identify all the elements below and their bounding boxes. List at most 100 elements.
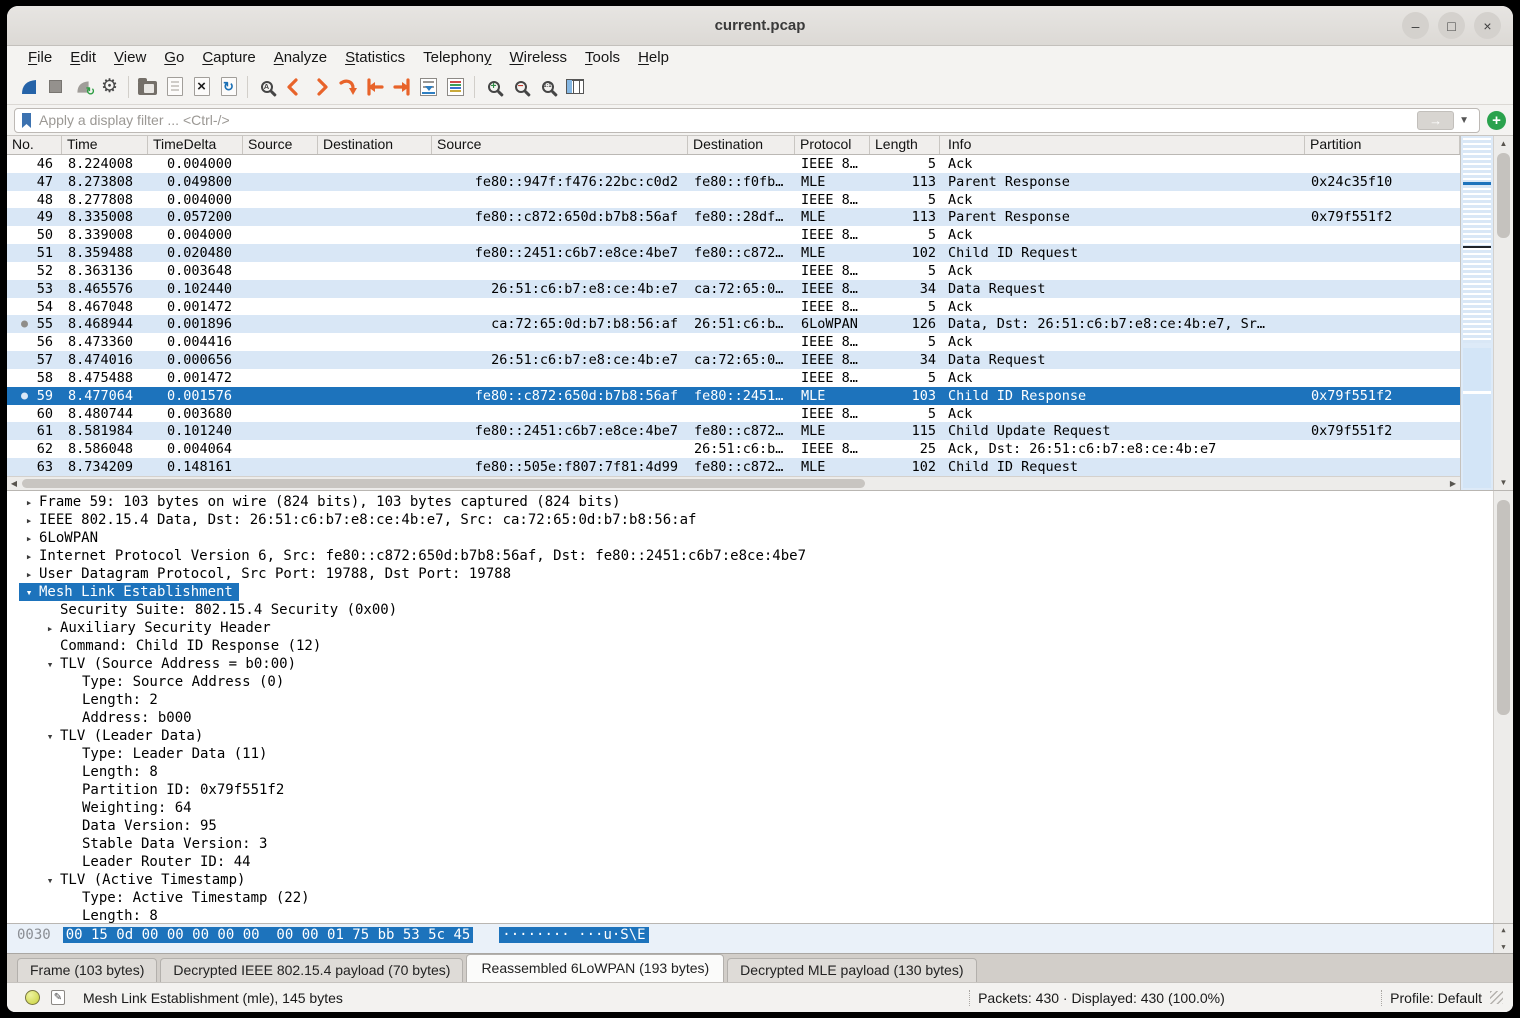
detail-line[interactable]: ▾Mesh Link Establishment: [7, 583, 1493, 601]
go-to-packet-button[interactable]: [334, 73, 361, 100]
collapsed-arrow-icon[interactable]: ▸: [19, 496, 39, 509]
packet-row-49[interactable]: 498.3350080.057200fe80::c872:650d:b7b8:5…: [7, 208, 1460, 226]
bookmark-icon[interactable]: [20, 112, 33, 129]
menu-file[interactable]: File: [19, 49, 61, 66]
titlebar[interactable]: current.pcap – □ ×: [7, 6, 1513, 46]
expanded-arrow-icon[interactable]: ▾: [40, 874, 60, 887]
scroll-down-icon[interactable]: ▼: [1494, 478, 1513, 487]
bytes-vscrollbar[interactable]: ▲ ▼: [1493, 924, 1513, 953]
column-header-destination[interactable]: Destination: [688, 136, 795, 154]
stop-capture-button[interactable]: [42, 73, 69, 100]
packet-row-63[interactable]: 638.7342090.148161fe80::505e:f807:7f81:4…: [7, 458, 1460, 476]
column-header-protocol[interactable]: Protocol: [795, 136, 870, 154]
zoom-in-button[interactable]: +: [480, 73, 507, 100]
auto-scroll-button[interactable]: [415, 73, 442, 100]
save-file-button[interactable]: [161, 73, 188, 100]
menu-analyze[interactable]: Analyze: [265, 49, 336, 66]
find-packet-button[interactable]: A: [253, 73, 280, 100]
collapsed-arrow-icon[interactable]: ▸: [19, 568, 39, 581]
packet-row-59[interactable]: 598.4770640.001576fe80::c872:650d:b7b8:5…: [7, 387, 1460, 405]
open-file-button[interactable]: [134, 73, 161, 100]
packet-row-50[interactable]: 508.3390080.004000IEEE 8…5Ack: [7, 226, 1460, 244]
menu-help[interactable]: Help: [629, 49, 678, 66]
detail-line[interactable]: Command: Child ID Response (12): [7, 637, 1493, 655]
detail-line[interactable]: Length: 8: [7, 907, 1493, 923]
column-header-info[interactable]: Info: [940, 136, 1305, 154]
start-capture-button[interactable]: [15, 73, 42, 100]
bytes-tab[interactable]: Frame (103 bytes): [17, 958, 157, 982]
detail-line[interactable]: Stable Data Version: 3: [7, 835, 1493, 853]
hex-ascii-selected[interactable]: ········ ···u·S\E: [499, 927, 648, 943]
display-filter-field[interactable]: → ▼: [14, 108, 1480, 133]
column-header-source[interactable]: Source: [432, 136, 688, 154]
packet-list-vscrollbar[interactable]: ▲ ▼: [1493, 136, 1513, 490]
column-header-time[interactable]: Time: [62, 136, 148, 154]
detail-line[interactable]: ▸6LoWPAN: [7, 529, 1493, 547]
detail-line[interactable]: ▾TLV (Active Timestamp): [7, 871, 1493, 889]
packet-row-60[interactable]: 608.4807440.003680IEEE 8…5Ack: [7, 405, 1460, 423]
packet-row-52[interactable]: 528.3631360.003648IEEE 8…5Ack: [7, 262, 1460, 280]
collapsed-arrow-icon[interactable]: ▸: [19, 550, 39, 563]
column-header-source[interactable]: Source: [243, 136, 318, 154]
detail-line[interactable]: Security Suite: 802.15.4 Security (0x00): [7, 601, 1493, 619]
detail-line[interactable]: Type: Source Address (0): [7, 673, 1493, 691]
detail-line[interactable]: Length: 8: [7, 763, 1493, 781]
packet-row-62[interactable]: 628.5860480.00406426:51:c6:b…IEEE 8…25Ac…: [7, 440, 1460, 458]
vscroll-thumb[interactable]: [1497, 153, 1510, 238]
apply-filter-button[interactable]: →: [1417, 111, 1454, 130]
column-header-partition[interactable]: Partition: [1305, 136, 1460, 154]
column-header-length[interactable]: Length: [870, 136, 940, 154]
detail-line[interactable]: ▸User Datagram Protocol, Src Port: 19788…: [7, 565, 1493, 583]
collapsed-arrow-icon[interactable]: ▸: [40, 622, 60, 635]
detail-line[interactable]: Type: Active Timestamp (22): [7, 889, 1493, 907]
menu-capture[interactable]: Capture: [193, 49, 264, 66]
bytes-tab[interactable]: Decrypted IEEE 802.15.4 payload (70 byte…: [160, 958, 463, 982]
go-last-packet-button[interactable]: [388, 73, 415, 100]
packet-row-51[interactable]: 518.3594880.020480fe80::2451:c6b7:e8ce:4…: [7, 244, 1460, 262]
reload-file-button[interactable]: ↻: [215, 73, 242, 100]
scroll-up-icon[interactable]: ▲: [1494, 139, 1513, 148]
capture-comment-icon[interactable]: ✎: [51, 990, 65, 1005]
packet-list-hscrollbar[interactable]: ◀ ▶: [7, 476, 1460, 490]
details-vscrollbar[interactable]: [1493, 491, 1513, 923]
scroll-right-icon[interactable]: ▶: [1446, 479, 1460, 488]
collapsed-arrow-icon[interactable]: ▸: [19, 514, 39, 527]
packet-row-55[interactable]: 558.4689440.001896ca:72:65:0d:b7:b8:56:a…: [7, 315, 1460, 333]
detail-line[interactable]: ▸Auxiliary Security Header: [7, 619, 1493, 637]
intelligent-scrollbar-map[interactable]: [1460, 136, 1493, 490]
expanded-arrow-icon[interactable]: ▾: [40, 730, 60, 743]
detail-line[interactable]: Address: b000: [7, 709, 1493, 727]
expanded-arrow-icon[interactable]: ▾: [19, 586, 39, 599]
menu-telephony[interactable]: Telephony: [414, 49, 500, 66]
column-header-timedelta[interactable]: TimeDelta: [148, 136, 243, 154]
menu-wireless[interactable]: Wireless: [501, 49, 577, 66]
packet-row-57[interactable]: 578.4740160.00065626:51:c6:b7:e8:ce:4b:e…: [7, 351, 1460, 369]
restart-capture-button[interactable]: ↻: [69, 73, 96, 100]
status-profile[interactable]: Profile: Default: [1390, 990, 1482, 1006]
column-header-destination[interactable]: Destination: [318, 136, 432, 154]
colorize-packets-button[interactable]: [442, 73, 469, 100]
go-forward-button[interactable]: [307, 73, 334, 100]
packet-row-48[interactable]: 488.2778080.004000IEEE 8…5Ack: [7, 191, 1460, 209]
detail-line[interactable]: Data Version: 95: [7, 817, 1493, 835]
expanded-arrow-icon[interactable]: ▾: [40, 658, 60, 671]
go-back-button[interactable]: [280, 73, 307, 100]
hex-bytes-selected[interactable]: 00 15 0d 00 00 00 00 00 00 00 01 75 bb 5…: [63, 927, 474, 943]
detail-line[interactable]: ▾TLV (Leader Data): [7, 727, 1493, 745]
filter-dropdown-caret-icon[interactable]: ▼: [1459, 115, 1469, 126]
detail-line[interactable]: Partition ID: 0x79f551f2: [7, 781, 1493, 799]
expert-info-icon[interactable]: [25, 990, 40, 1005]
detail-line[interactable]: Leader Router ID: 44: [7, 853, 1493, 871]
scroll-down-icon[interactable]: ▼: [1494, 943, 1513, 951]
hscroll-thumb[interactable]: [22, 479, 865, 488]
detail-line[interactable]: ▸Internet Protocol Version 6, Src: fe80:…: [7, 547, 1493, 565]
go-first-packet-button[interactable]: [361, 73, 388, 100]
capture-options-button[interactable]: ⚙: [96, 73, 123, 100]
column-header-no[interactable]: No.: [7, 136, 62, 154]
details-scroll-thumb[interactable]: [1497, 500, 1510, 715]
packet-row-56[interactable]: 568.4733600.004416IEEE 8…5Ack: [7, 333, 1460, 351]
resize-columns-button[interactable]: [561, 73, 588, 100]
bytes-tab[interactable]: Decrypted MLE payload (130 bytes): [727, 958, 976, 982]
scroll-left-icon[interactable]: ◀: [7, 479, 21, 488]
packet-row-54[interactable]: 548.4670480.001472IEEE 8…5Ack: [7, 298, 1460, 316]
